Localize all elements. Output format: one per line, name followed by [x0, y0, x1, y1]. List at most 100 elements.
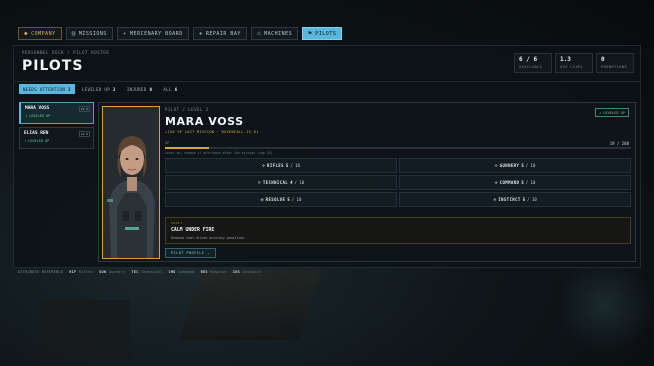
xp-hint: Level-up: choose +1 attribute after the … [165, 151, 275, 155]
legend-name: Technical [140, 270, 163, 274]
tab-machines[interactable]: ⌂ MACHINES [250, 27, 299, 40]
attribute-max: / 10 [291, 197, 302, 202]
machines-icon: ⌂ [256, 30, 262, 37]
legend-item: TEC Technical [131, 270, 162, 274]
attribute-max: / 10 [525, 180, 536, 185]
trait-card: TRAIT CALM UNDER FIRE Reduces heat-drive… [165, 217, 631, 244]
attribute-technical: ⚙ TECHNICAL 4 / 10 [165, 175, 397, 190]
stats-group: 6 / 6 AVAILABLE 1.3 AVG LEVEL 0 PROMOTIO… [514, 53, 634, 73]
attribute-name: INSTINCT [498, 197, 521, 202]
tab-machines-label: MACHINES [264, 30, 293, 37]
attribute-rifles: ✜ RIFLES 5 / 10 [165, 158, 397, 173]
stat-available-label: AVAILABLE [519, 65, 543, 69]
attribute-grid: ✜ RIFLES 5 / 10 ✜ GUNNERY 5 / 10 ⚙ TECHN… [165, 158, 631, 207]
attribute-name: RESOLVE [265, 197, 286, 202]
stat-avg-level-value: 1.3 [560, 56, 571, 63]
profile-button-label: PILOT PROFILE [171, 251, 205, 255]
trait-description: Reduces heat-driven accuracy penalties. [171, 236, 246, 240]
repair-icon: ✚ [198, 30, 203, 37]
legend-name: Gunnery [108, 270, 126, 274]
legend-abbr: CMD [168, 270, 176, 274]
stat-promotions-label: PROMOTIONS [601, 65, 628, 69]
legend-title: ATTRIBUTE REFERENCE [18, 270, 64, 274]
attribute-max: / 10 [294, 180, 305, 185]
pilot-detail-crumb: PILOT / LEVEL 2 [165, 107, 209, 112]
pilot-detail-subtitle: +150 XP LAST MISSION · RAVENFALL-IS 01 [165, 130, 259, 134]
attribute-instinct: ✺ INSTINCT 5 / 10 [399, 192, 631, 207]
background-table [178, 270, 322, 340]
page-title: PILOTS [22, 58, 84, 74]
pilot-detail: PILOT / LEVEL 2 MARA VOSS +150 XP LAST M… [98, 102, 636, 262]
attribute-name: COMMAND [499, 180, 520, 185]
gear-icon: ⚙ [257, 179, 261, 186]
attribute-value: 5 [521, 163, 524, 168]
attribute-max: / 10 [527, 197, 537, 202]
legend-abbr: RIF [69, 270, 77, 274]
filter-injured[interactable]: INJURED 0 [123, 84, 156, 94]
pilot-card-mara-voss[interactable]: MARA VOSS ↑ LEVELED UP LV 2 [19, 102, 94, 124]
breadcrumb: PERSONNEL DECK / PILOT ROSTER [22, 50, 110, 55]
leveled-up-badge: ↗ LEVELED UP [595, 108, 629, 117]
main-nav: ◆ COMPANY ▤ MISSIONS ✦ MERCENARY BOARD ✚… [18, 27, 343, 40]
pilot-status: ↑ LEVELED UP [24, 139, 50, 143]
filter-bar: NEEDS ATTENTION 2 LEVELED UP 2 INJURED 0… [19, 84, 182, 94]
filter-needs-attention-count: 2 [68, 86, 71, 92]
filter-injured-label: INJURED [126, 86, 147, 92]
tab-company-label: COMPANY [31, 30, 56, 37]
legend-name: Resolve [210, 270, 227, 274]
tab-repair-bay[interactable]: ✚ REPAIR BAY [192, 27, 247, 40]
legend-name: Command [178, 270, 195, 274]
filter-all[interactable]: ALL 6 [159, 84, 181, 94]
legend-item: CMD Command [168, 270, 194, 274]
legend-name: Rifles [78, 270, 94, 274]
header-divider [14, 81, 640, 82]
filter-all-label: ALL [163, 86, 172, 92]
legend-abbr: TEC [131, 270, 139, 274]
pilots-panel: PERSONNEL DECK / PILOT ROSTER PILOTS 6 /… [13, 45, 641, 268]
pilot-detail-name: MARA VOSS [165, 115, 244, 128]
filter-leveled-up[interactable]: LEVELED UP 2 [78, 84, 120, 94]
company-icon: ◆ [24, 30, 29, 37]
legend-abbr: GUN [99, 270, 107, 274]
trait-key: TRAIT [171, 221, 183, 225]
stat-promotions: 0 PROMOTIONS [596, 53, 634, 73]
crosshair-icon: ✜ [494, 162, 498, 169]
stat-promotions-value: 0 [601, 56, 605, 63]
attribute-name: RIFLES [267, 163, 284, 168]
attribute-name: GUNNERY [499, 163, 520, 168]
filter-leveled-up-count: 2 [113, 86, 116, 92]
filter-injured-count: 0 [149, 86, 153, 92]
attribute-name: TECHNICAL [262, 180, 289, 185]
shield-icon: ◉ [260, 196, 264, 203]
attribute-legend: ATTRIBUTE REFERENCE RIF Rifles GUN Gunne… [18, 270, 262, 274]
trait-title: CALM UNDER FIRE [171, 228, 215, 233]
attribute-gunnery: ✜ GUNNERY 5 / 10 [399, 158, 631, 173]
tab-pilots[interactable]: ⚑ PILOTS [302, 27, 343, 40]
attribute-max: / 10 [525, 163, 536, 168]
tab-missions[interactable]: ▤ MISSIONS [65, 27, 113, 40]
tab-company[interactable]: ◆ COMPANY [18, 27, 62, 40]
xp-progress-bar [165, 147, 631, 149]
pilot-status: ↑ LEVELED UP [25, 114, 51, 118]
pilots-icon: ⚑ [308, 30, 313, 37]
xp-progress-fill [165, 147, 210, 149]
pilot-card-elias-ren[interactable]: ELIAS REN ↑ LEVELED UP LV 2 [19, 127, 94, 149]
stat-available: 6 / 6 AVAILABLE [514, 53, 552, 73]
tab-repair-label: REPAIR BAY [205, 30, 241, 37]
legend-abbr: INS [232, 270, 241, 274]
stat-avg-level: 1.3 AVG LEVEL [555, 53, 593, 73]
pilot-portrait-image [103, 107, 159, 258]
pilot-profile-button[interactable]: PILOT PROFILE ⌄ [165, 248, 216, 258]
legend-name: Instinct [242, 270, 262, 274]
filter-needs-attention[interactable]: NEEDS ATTENTION 2 [19, 84, 75, 94]
attribute-value: 5 [287, 197, 290, 202]
instinct-icon: ✺ [493, 196, 497, 203]
legend-item: GUN Gunnery [99, 270, 125, 274]
command-icon: ◈ [494, 179, 498, 186]
legend-abbr: RES [200, 270, 208, 274]
stat-avg-level-label: AVG LEVEL [560, 65, 584, 69]
filter-all-count: 6 [174, 86, 178, 92]
attribute-resolve: ◉ RESOLVE 5 / 10 [165, 192, 397, 207]
tab-mercenary-board[interactable]: ✦ MERCENARY BOARD [116, 27, 189, 40]
attribute-value: 5 [522, 197, 526, 202]
